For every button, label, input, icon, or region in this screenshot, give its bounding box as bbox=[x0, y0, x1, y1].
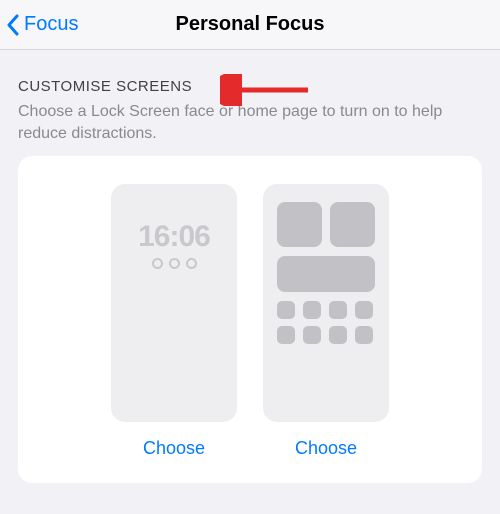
section-description: Choose a Lock Screen face or home page t… bbox=[18, 101, 482, 144]
home-screen-preview[interactable] bbox=[263, 184, 389, 422]
screens-card: 16:06 Choose Choose bbox=[18, 156, 482, 483]
choose-home-screen-button[interactable]: Choose bbox=[295, 438, 357, 459]
page-title: Personal Focus bbox=[176, 13, 325, 36]
lock-screen-option: 16:06 Choose bbox=[111, 184, 237, 459]
back-label: Focus bbox=[24, 13, 78, 36]
lock-screen-dots-icon bbox=[111, 258, 237, 269]
screen-options: 16:06 Choose Choose bbox=[111, 184, 389, 459]
home-screen-option: Choose bbox=[263, 184, 389, 459]
home-screen-layout-icon bbox=[277, 202, 375, 351]
lock-screen-time: 16:06 bbox=[111, 220, 237, 254]
lock-screen-preview[interactable]: 16:06 bbox=[111, 184, 237, 422]
customise-section: CUSTOMISE SCREENS Choose a Lock Screen f… bbox=[0, 50, 500, 144]
section-header: CUSTOMISE SCREENS bbox=[18, 78, 482, 95]
chevron-left-icon bbox=[6, 14, 20, 36]
choose-lock-screen-button[interactable]: Choose bbox=[143, 438, 205, 459]
navigation-bar: Focus Personal Focus bbox=[0, 0, 500, 50]
back-button[interactable]: Focus bbox=[6, 13, 78, 36]
